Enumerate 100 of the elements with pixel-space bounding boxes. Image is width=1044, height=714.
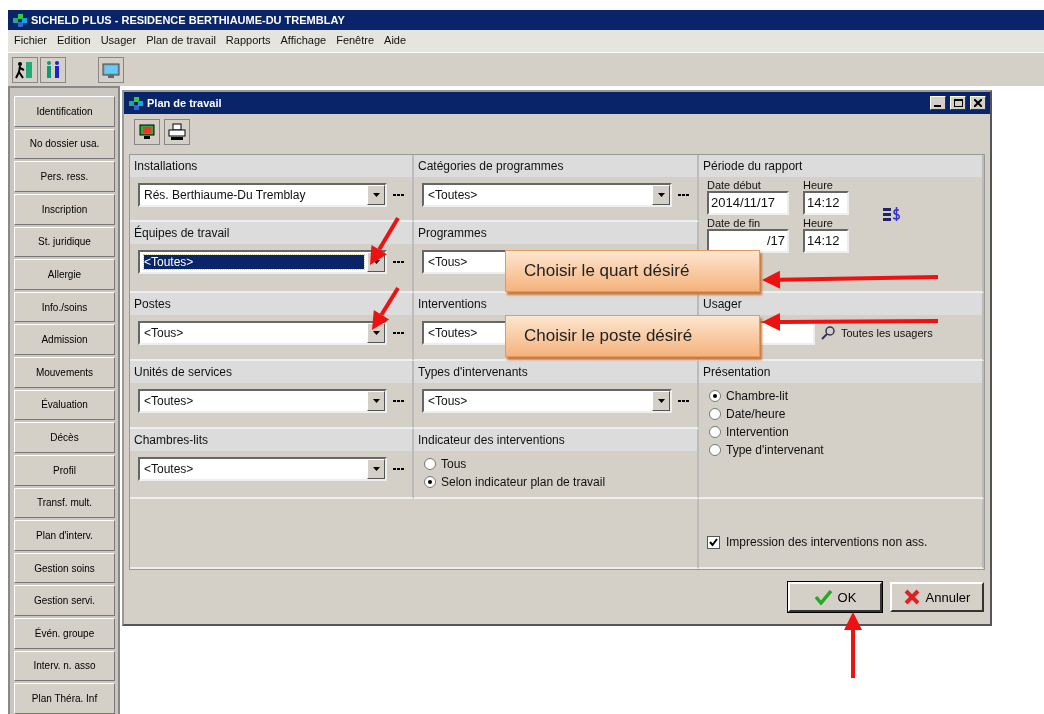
caret-icon [372,193,380,197]
text-field[interactable]: 14:12 [803,191,849,215]
radio-button[interactable] [424,476,436,488]
arrow [372,286,400,330]
sidebar-button[interactable]: Identification [14,96,115,127]
dropdown-button[interactable] [367,391,385,411]
menu-item[interactable]: Plan de travail [146,34,216,52]
sidebar-button[interactable]: Plan d'interv. [14,520,115,551]
section-label: Indicateur des interventions [414,429,697,451]
sidebar-button[interactable]: Interv. n. asso [14,650,115,682]
sidebar-button[interactable]: No dossier usa. [14,128,115,160]
more-icon[interactable] [393,259,404,265]
radio-label: Type d'intervenant [726,443,824,457]
toolbar-button[interactable] [40,56,66,83]
menu-item[interactable]: Fenêtre [336,34,375,52]
text-field[interactable]: 14:12 [803,229,849,253]
dropdown-field[interactable]: <Toutes> [138,457,387,481]
maximize-icon [953,99,963,107]
toolbar-button[interactable] [164,119,190,145]
section-label: Période du rapport [699,155,982,177]
sidebar-button[interactable]: Gestion soins [14,552,115,584]
hint-text: Toutes les usagers [841,327,933,339]
more-icon[interactable] [678,192,689,198]
radio-button[interactable] [709,444,721,456]
close-button[interactable] [970,96,986,110]
dropdown-field[interactable]: <Toutes> [422,183,672,207]
section-label: Catégories de programmes [414,155,697,177]
sidebar-button[interactable]: Admission [14,324,115,355]
callout-tooltip: Choisir le poste désiré [505,315,760,357]
sidebar-button[interactable]: Gestion servi. [14,585,115,616]
app-logo-icon [128,95,143,111]
cancel-button[interactable]: Annuler [890,582,984,612]
caret-icon [657,193,665,197]
section-label: Chambres-lits [130,429,412,451]
radio-label: Intervention [726,425,789,439]
dropdown-button[interactable] [367,459,385,479]
menu-item[interactable]: Affichage [280,34,327,52]
menu-item[interactable]: Aide [384,34,407,52]
more-icon[interactable] [678,398,689,404]
walking-person-icon [15,59,35,80]
sidebar-button[interactable]: Décès [14,422,115,453]
more-icon[interactable] [393,466,404,472]
sidebar-button[interactable]: Évén. groupe [14,618,115,649]
dropdown-field[interactable]: Rés. Berthiaume-Du Tremblay [138,183,387,207]
caret-icon [372,467,380,471]
radio-button[interactable] [709,390,721,402]
sidebar-button[interactable]: St. juridique [14,226,115,258]
dropdown-button[interactable] [652,185,670,205]
section-label: Unités de services [130,361,412,383]
dropdown-field[interactable]: <Tous> [138,321,387,345]
more-icon[interactable] [393,330,404,336]
sidebar-button[interactable]: Profil [14,454,115,486]
text-field[interactable]: /17 [707,229,789,253]
sidebar-button[interactable]: Transf. mult. [14,487,115,519]
more-icon[interactable] [393,398,404,404]
section-label: Présentation [699,361,982,383]
calendar-list-icon[interactable] [883,205,901,224]
sidebar-button[interactable]: Évaluation [14,389,115,421]
ok-button[interactable]: OK [788,582,882,612]
sidebar-button[interactable]: Allergie [14,259,115,290]
section-label: Types d'intervenants [414,361,697,383]
more-icon[interactable] [393,192,404,198]
radio-button[interactable] [424,458,436,470]
minimize-button[interactable] [930,96,946,110]
dropdown-button[interactable] [652,391,670,411]
maximize-button[interactable] [950,96,966,110]
dropdown-field[interactable]: <Tous> [422,389,672,413]
text-field[interactable]: 2014/11/17 [707,191,789,215]
section-label: Interventions [414,293,697,315]
field-label: Heure [803,179,834,191]
sidebar-button[interactable]: Info./soins [14,291,115,323]
section-label: Usager [699,293,982,315]
caret-icon [372,399,380,403]
section-label: Installations [130,155,412,177]
sidebar-button[interactable]: Inscription [14,193,115,225]
radio-button[interactable] [709,408,721,420]
field-label: Heure [803,217,834,229]
toolbar-button[interactable] [134,119,160,145]
menu-item[interactable]: Edition [57,34,91,52]
dropdown-field[interactable]: <Toutes> [138,250,387,274]
menu-item[interactable]: Rapports [225,34,271,52]
printer-icon [168,123,186,141]
checkbox[interactable] [707,535,720,549]
search-icon[interactable] [821,326,835,340]
section-label: Postes [130,293,412,315]
sidebar-button[interactable]: Plan Théra. Inf [14,683,115,714]
section-label: Programmes [414,222,697,244]
toolbar-button[interactable] [12,56,38,83]
radio-label: Tous [441,457,467,471]
radio-button[interactable] [709,426,721,438]
sidebar-button[interactable]: Pers. ress. [14,161,115,192]
sidebar-button[interactable]: Mouvements [14,357,115,388]
menu-item[interactable]: Fichier [14,34,47,52]
field-label: Date de fin [707,217,762,229]
arrow [844,612,862,678]
callout-tooltip: Choisir le quart désiré [505,250,760,292]
dropdown-field[interactable]: <Toutes> [138,389,387,413]
dropdown-button[interactable] [367,185,385,205]
caret-icon [657,399,665,403]
menu-item[interactable]: Usager [100,34,137,52]
